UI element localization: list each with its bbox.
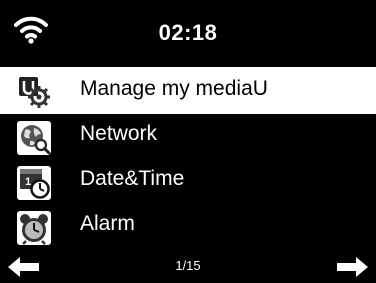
menu-item-alarm[interactable]: Alarm [0,204,376,249]
clock-time: 02:18 [158,20,218,45]
menu-item-network[interactable]: Network [0,114,376,159]
network-globe-icon [17,121,51,155]
alarm-clock-icon [17,211,51,245]
svg-text:1: 1 [25,176,31,188]
menu-item-label: Manage my mediaU [80,77,268,100]
page-indicator: 1/15 [175,258,201,273]
screen: 02:18 Manage my mediaU Network 1 Date&Ti… [0,0,376,283]
footer-bar: 1/15 [0,250,376,283]
menu-item-manage-my-mediau[interactable]: Manage my mediaU [0,67,376,114]
status-bar: 02:18 [0,0,376,62]
calendar-clock-icon: 1 [17,166,51,200]
menu-item-label: Network [80,122,158,145]
menu-item-label: Date&Time [80,167,185,190]
mediau-gear-icon [19,77,50,108]
menu-list: Manage my mediaU Network 1 Date&Time Ala… [0,64,376,249]
menu-item-label: Alarm [80,212,135,235]
menu-item-date-time[interactable]: 1 Date&Time [0,159,376,204]
arrow-right-icon[interactable] [336,256,368,278]
